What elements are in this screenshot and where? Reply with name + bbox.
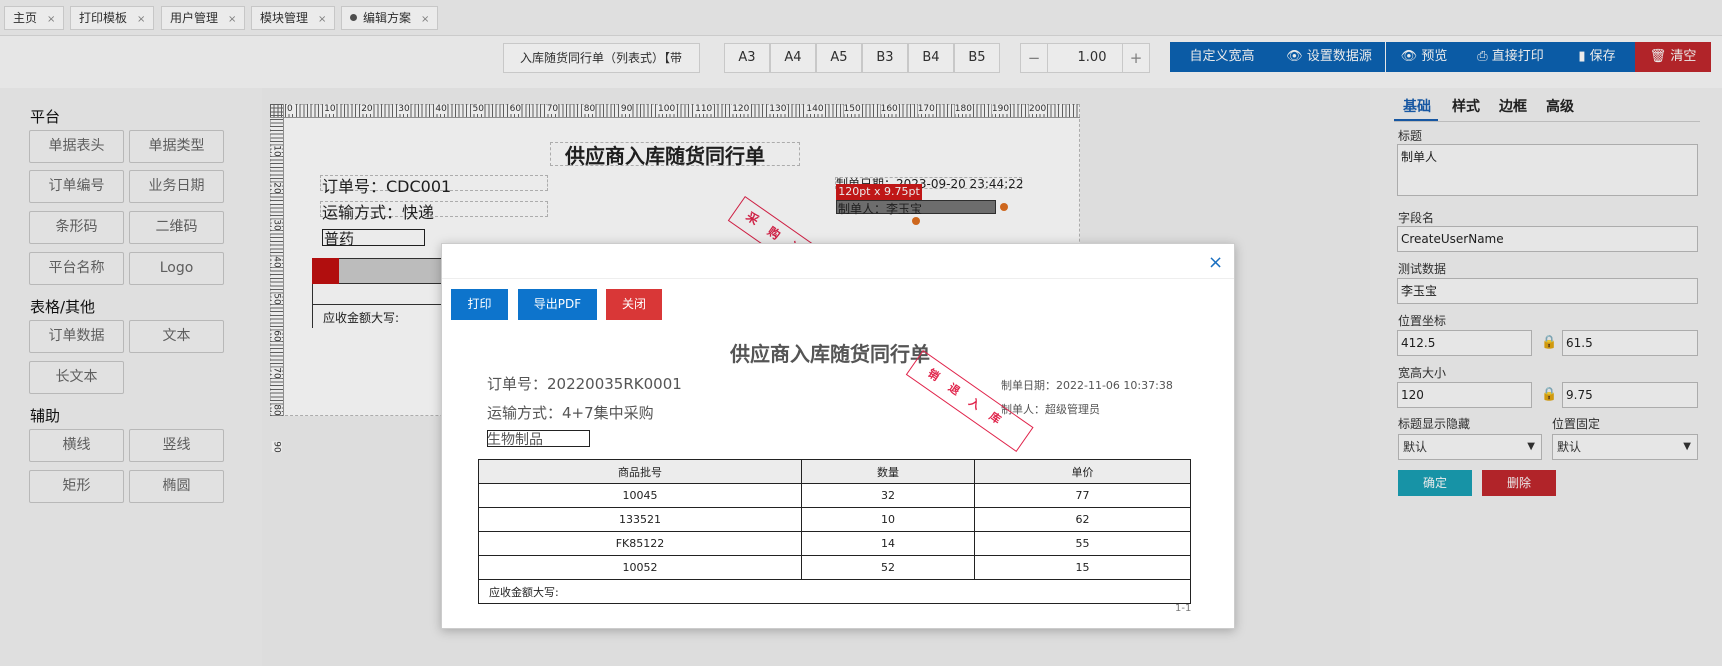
export-pdf-button[interactable]: 导出PDF: [518, 289, 597, 320]
modal-close-button[interactable]: 关闭: [606, 289, 662, 320]
preview-modal: × 打印 导出PDF 关闭 供应商入库随货同行单 订单号：20220035RK0…: [441, 243, 1235, 629]
table-cell: FK85122: [478, 531, 802, 556]
table-header-row: 商品批号 数量 单价: [478, 459, 1191, 484]
table-row: 10045 32 77: [478, 483, 1191, 508]
table-row: 133521 10 62: [478, 507, 1191, 532]
print-category: 生物制品: [487, 432, 543, 448]
table-cell: 10052: [478, 555, 802, 580]
print-title: 供应商入库随货同行单: [730, 342, 930, 366]
table-footer-row: 应收金额大写:: [478, 579, 1191, 604]
table-row: FK85122 14 55: [478, 531, 1191, 556]
print-button[interactable]: 打印: [451, 289, 508, 320]
print-table: 商品批号 数量 单价 10045 32 77 133521 10 62 FK85122 1…: [478, 459, 1191, 604]
table-cell: 133521: [478, 507, 802, 532]
amount-cell: 应收金额大写:: [478, 579, 1191, 604]
table-row: 10052 52 15: [478, 555, 1191, 580]
column-header: 数量: [801, 459, 975, 484]
table-cell: 32: [801, 483, 975, 508]
table-cell: 55: [974, 531, 1191, 556]
table-cell: 77: [974, 483, 1191, 508]
column-header: 单价: [974, 459, 1191, 484]
modal-header: [442, 244, 1234, 279]
page-number: 1-1: [1175, 603, 1192, 614]
table-cell: 15: [974, 555, 1191, 580]
print-make-date: 制单日期：2022-11-06 10:37:38: [1001, 379, 1173, 392]
table-cell: 62: [974, 507, 1191, 532]
table-cell: 10: [801, 507, 975, 532]
table-cell: 52: [801, 555, 975, 580]
print-transport: 运输方式：4+7集中采购: [487, 404, 654, 422]
column-header: 商品批号: [478, 459, 802, 484]
table-cell: 14: [801, 531, 975, 556]
modal-close-icon[interactable]: ×: [1208, 252, 1223, 273]
table-cell: 10045: [478, 483, 802, 508]
print-order-no: 订单号：20220035RK0001: [487, 375, 682, 393]
